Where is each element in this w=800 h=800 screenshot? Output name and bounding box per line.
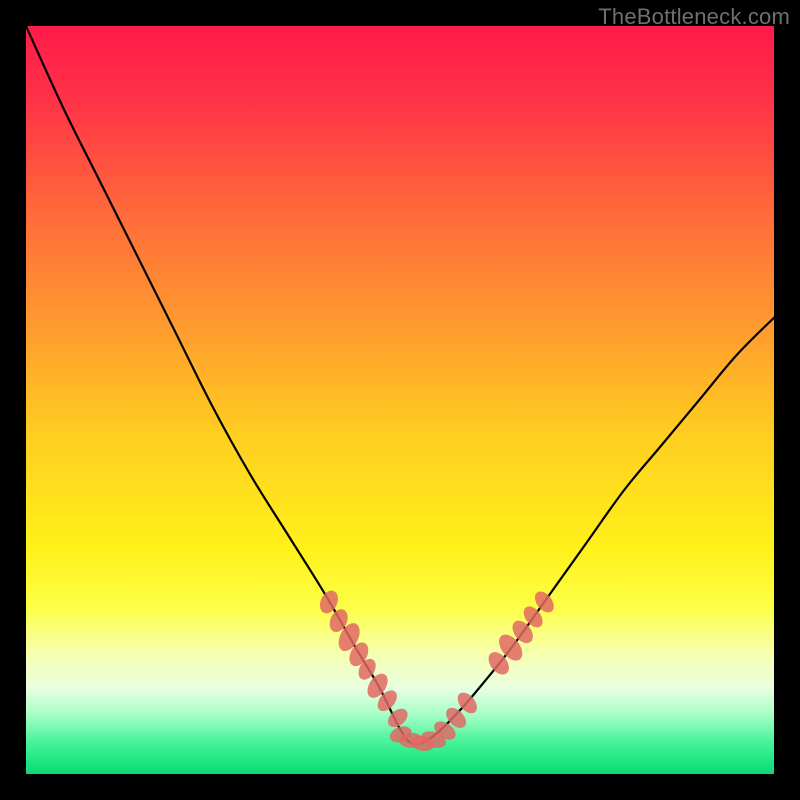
bottleneck-chart: [26, 26, 774, 774]
watermark-text: TheBottleneck.com: [598, 4, 790, 30]
chart-frame: [26, 26, 774, 774]
gradient-background: [26, 26, 774, 774]
